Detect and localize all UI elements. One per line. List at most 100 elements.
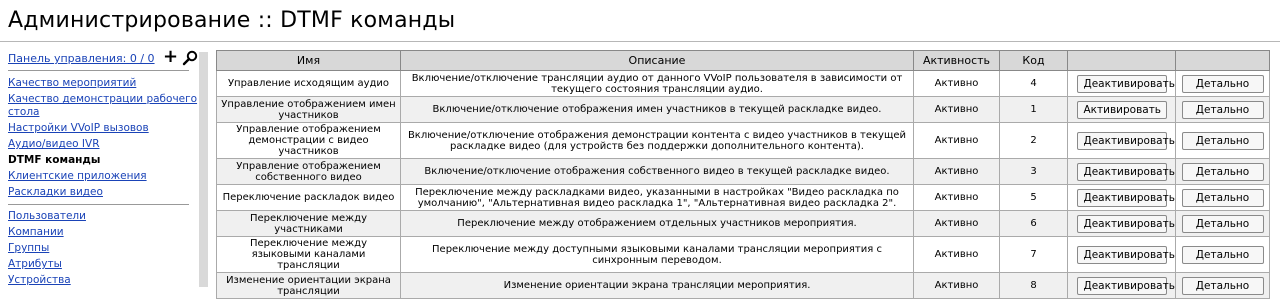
cell-action: Деактивировать (1067, 122, 1176, 159)
sidebar-item-vvoip-settings[interactable]: Настройки VVoIP вызовов (8, 122, 198, 135)
cell-action: Деактивировать (1067, 210, 1176, 237)
cell-status: Активно (913, 70, 1000, 97)
sidebar-item-client-apps[interactable]: Клиентские приложения (8, 170, 198, 183)
details-button[interactable]: Детально (1181, 131, 1264, 150)
sidebar-item-events-quality[interactable]: Качество мероприятий (8, 77, 198, 90)
cell-name: Переключение раскладок видео (216, 184, 401, 211)
details-button[interactable]: Детально (1181, 188, 1264, 207)
cell-name: Управление отображением собственного вид… (216, 158, 401, 185)
column-header-name[interactable]: Имя (216, 50, 401, 71)
details-button[interactable]: Детально (1181, 100, 1264, 119)
toggle-activation-button[interactable]: Деактивировать (1076, 245, 1175, 264)
page-title: Администрирование :: DTMF команды (8, 8, 456, 33)
sidebar-item-devices[interactable]: Устройства (8, 274, 198, 287)
sidebar-item-desktop-quality[interactable]: Качество демонстрации рабочего стола (8, 93, 198, 119)
cell-action: Активировать (1067, 96, 1176, 123)
cell-action: Деактивировать (1067, 272, 1176, 299)
cell-status: Активно (913, 210, 1000, 237)
toggle-activation-button[interactable]: Деактивировать (1076, 276, 1175, 295)
cell-details: Детально (1175, 184, 1270, 211)
cell-code: 8 (999, 272, 1068, 299)
cell-status: Активно (913, 96, 1000, 123)
cell-details: Детально (1175, 236, 1270, 273)
cell-code: 6 (999, 210, 1068, 237)
sidebar-divider (8, 204, 189, 205)
cell-status: Активно (913, 184, 1000, 211)
sidebar-item-video-layouts[interactable]: Раскладки видео (8, 186, 198, 199)
sidebar-header: Панель управления: 0 / 0 + (8, 48, 198, 70)
plus-icon[interactable]: + (163, 48, 178, 66)
cell-status: Активно (913, 158, 1000, 185)
details-button[interactable]: Детально (1181, 74, 1264, 93)
cell-name: Управление исходящим аудио (216, 70, 401, 97)
cell-description: Изменение ориентации экрана трансляции м… (400, 272, 914, 299)
toggle-activation-button[interactable]: Деактивировать (1076, 74, 1175, 93)
cell-description: Включение/отключение отображения имен уч… (400, 96, 914, 123)
table-row: Переключение между языковыми каналами тр… (216, 236, 1270, 273)
toggle-activation-button[interactable]: Деактивировать (1076, 214, 1175, 233)
sidebar-settings-list: Качество мероприятий Качество демонстрац… (8, 77, 198, 202)
table-row: Управление отображением собственного вид… (216, 158, 1270, 185)
table-row: Переключение раскладок видео Переключение… (216, 184, 1270, 211)
cell-action: Деактивировать (1067, 184, 1176, 211)
details-button[interactable]: Детально (1181, 162, 1264, 181)
table-row: Изменение ориентации экрана трансляции Из… (216, 272, 1270, 299)
cell-name: Управление отображением демонстрации с в… (216, 122, 401, 159)
toggle-activation-button[interactable]: Деактивировать (1076, 131, 1175, 150)
table-header-row: Имя Описание Активность Код (216, 50, 1270, 71)
cell-code: 7 (999, 236, 1068, 273)
column-header-code[interactable]: Код (999, 50, 1068, 71)
cell-details: Детально (1175, 210, 1270, 237)
cell-description: Переключение между отображением отдельны… (400, 210, 914, 237)
cell-details: Детально (1175, 122, 1270, 159)
sidebar-divider (8, 70, 189, 71)
table-row: Управление отображением имен участников В… (216, 96, 1270, 123)
cell-action: Деактивировать (1067, 158, 1176, 185)
sidebar-item-groups[interactable]: Группы (8, 242, 198, 255)
cell-action: Деактивировать (1067, 236, 1176, 273)
cell-details: Детально (1175, 70, 1270, 97)
details-button[interactable]: Детально (1181, 245, 1264, 264)
cell-name: Переключение между участниками (216, 210, 401, 237)
cell-name: Управление отображением имен участников (216, 96, 401, 123)
column-header-action (1067, 50, 1176, 71)
details-button[interactable]: Детально (1181, 214, 1264, 233)
sidebar-item-users[interactable]: Пользователи (8, 210, 198, 223)
sidebar-item-av-ivr[interactable]: Аудио/видео IVR (8, 138, 198, 151)
sidebar-item-companies[interactable]: Компании (8, 226, 198, 239)
search-icon[interactable] (182, 50, 198, 66)
cell-status: Активно (913, 122, 1000, 159)
column-header-description[interactable]: Описание (400, 50, 914, 71)
sidebar-entities-list: Пользователи Компании Группы Атрибуты Ус… (8, 210, 198, 290)
column-header-details (1175, 50, 1270, 71)
cell-details: Детально (1175, 272, 1270, 299)
cell-description: Включение/отключение отображения демонст… (400, 122, 914, 159)
sidebar-item-dtmf[interactable]: DTMF команды (8, 154, 198, 167)
cell-description: Включение/отключение трансляции аудио от… (400, 70, 914, 97)
sidebar: Панель управления: 0 / 0 + Качество меро… (0, 42, 208, 287)
cell-status: Активно (913, 236, 1000, 273)
cell-code: 3 (999, 158, 1068, 185)
table-body: Управление исходящим аудио Включение/откл… (216, 70, 1270, 299)
sidebar-scrollbar[interactable] (199, 52, 208, 287)
cell-code: 4 (999, 70, 1068, 97)
cell-code: 2 (999, 122, 1068, 159)
toggle-activation-button[interactable]: Деактивировать (1076, 188, 1175, 207)
toggle-activation-button[interactable]: Активировать (1076, 100, 1167, 119)
cell-description: Переключение между раскладками видео, ук… (400, 184, 914, 211)
cell-status: Активно (913, 272, 1000, 299)
cell-name: Переключение между языковыми каналами тр… (216, 236, 401, 273)
cell-details: Детально (1175, 96, 1270, 123)
details-button[interactable]: Детально (1181, 276, 1264, 295)
cell-code: 5 (999, 184, 1068, 211)
toggle-activation-button[interactable]: Деактивировать (1076, 162, 1175, 181)
column-header-status[interactable]: Активность (913, 50, 1000, 71)
cell-name: Изменение ориентации экрана трансляции (216, 272, 401, 299)
table-row: Переключение между участниками Переключен… (216, 210, 1270, 237)
sidebar-item-attributes[interactable]: Атрибуты (8, 258, 198, 271)
dtmf-commands-table: Имя Описание Активность Код Управление и… (216, 50, 1270, 299)
cell-description: Включение/отключение отображения собстве… (400, 158, 914, 185)
table-row: Управление отображением демонстрации с в… (216, 122, 1270, 159)
table-row: Управление исходящим аудио Включение/откл… (216, 70, 1270, 97)
control-panel-link[interactable]: Панель управления: 0 / 0 (8, 52, 155, 65)
